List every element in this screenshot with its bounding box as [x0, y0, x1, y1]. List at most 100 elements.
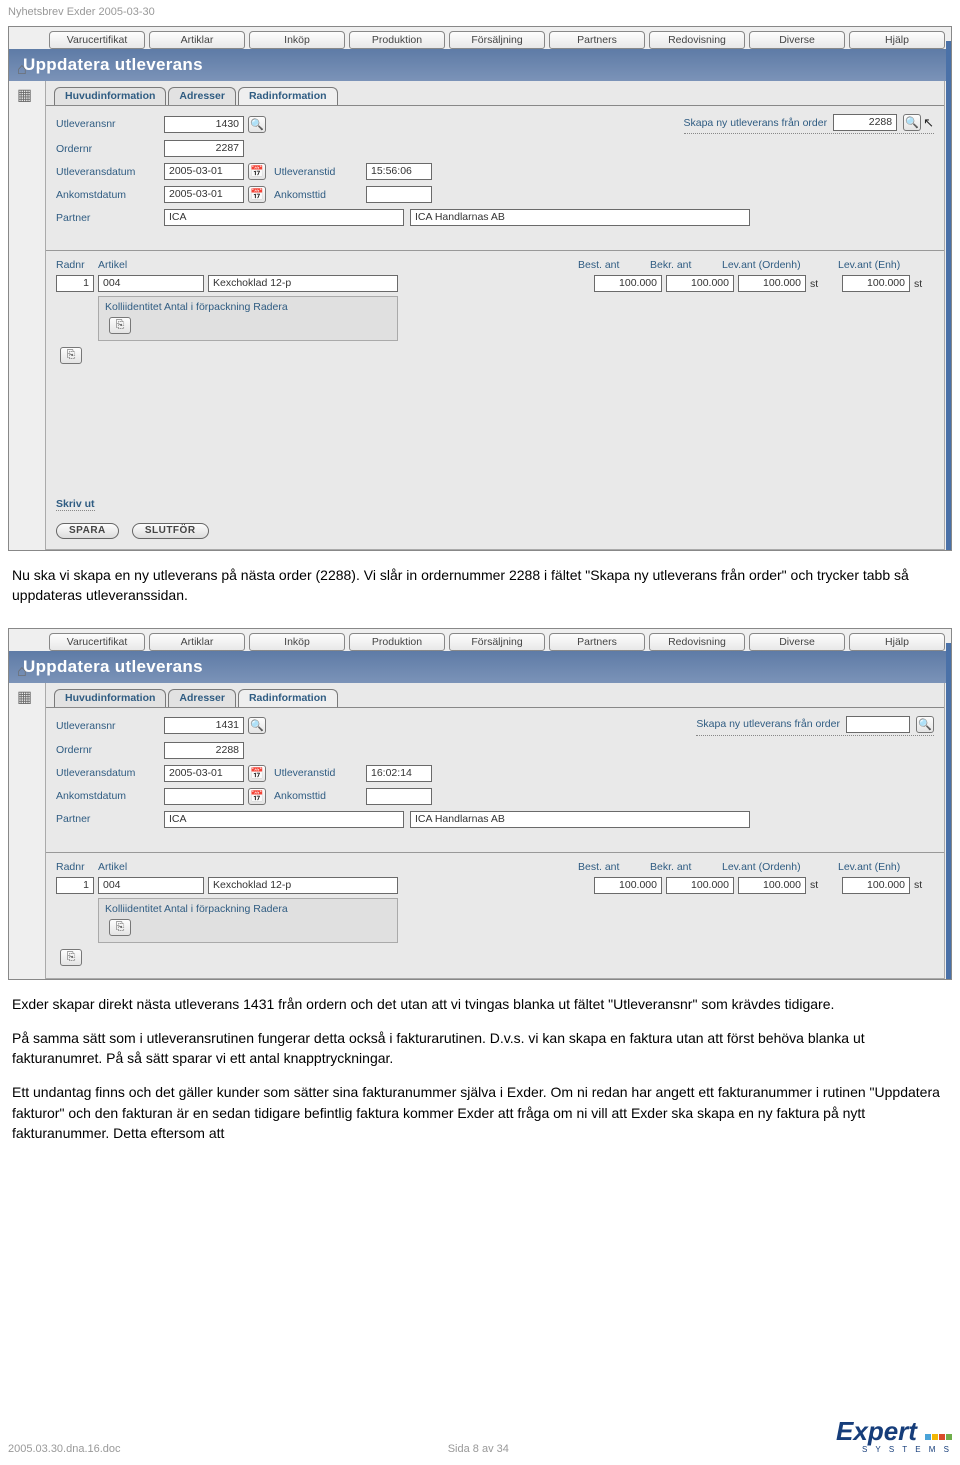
- cell-radnr[interactable]: 1: [56, 275, 94, 292]
- cell-levenh[interactable]: 100.000: [842, 275, 910, 292]
- input-ankomstdatum[interactable]: 2005-03-01: [164, 186, 244, 203]
- label-utleveransdatum: Utleveransdatum: [56, 767, 164, 779]
- cell-best[interactable]: 100.000: [594, 877, 662, 894]
- cell-levord[interactable]: 100.000: [738, 275, 806, 292]
- skapa-ny-control: Skapa ny utleverans från order 🔍: [696, 716, 934, 736]
- menu-produktion[interactable]: Produktion: [349, 633, 445, 651]
- line-grid: Radnr Artikel Best. ant Bekr. ant Lev.an…: [46, 852, 944, 978]
- calendar-icon[interactable]: 📅: [248, 186, 266, 203]
- cell-unit2: st: [914, 879, 930, 891]
- form-header: Utleveransnr 1430 🔍 Skapa ny utleverans …: [46, 105, 944, 242]
- grid-icon[interactable]: ▦: [17, 85, 37, 105]
- input-ankomsttid[interactable]: [366, 788, 432, 805]
- input-partner-name[interactable]: ICA Handlarnas AB: [410, 209, 750, 226]
- input-ankomsttid[interactable]: [366, 186, 432, 203]
- hdr-bekr: Bekr. ant: [650, 861, 718, 873]
- label-ordernr: Ordernr: [56, 143, 164, 155]
- tab-bar: Huvudinformation Adresser Radinformation: [46, 81, 944, 105]
- link-skriv-ut[interactable]: Skriv ut: [56, 498, 95, 511]
- input-utleveransnr[interactable]: 1431: [164, 717, 244, 734]
- calendar-icon[interactable]: 📅: [248, 765, 266, 782]
- menu-partners[interactable]: Partners: [549, 31, 645, 49]
- input-partner-code[interactable]: ICA: [164, 209, 404, 226]
- menu-forsaljning[interactable]: Försäljning: [449, 31, 545, 49]
- menu-partners[interactable]: Partners: [549, 633, 645, 651]
- cell-artnum[interactable]: 004: [98, 877, 204, 894]
- hdr-bekr: Bekr. ant: [650, 259, 718, 271]
- save-button[interactable]: SPARA: [56, 523, 119, 539]
- calendar-icon[interactable]: 📅: [248, 163, 266, 180]
- input-skapa-ny[interactable]: 2288: [833, 114, 897, 131]
- tab-adresser[interactable]: Adresser: [168, 689, 236, 707]
- calendar-icon[interactable]: 📅: [248, 788, 266, 805]
- input-utleveransdatum[interactable]: 2005-03-01: [164, 163, 244, 180]
- add-row-icon[interactable]: ⎘: [60, 949, 82, 966]
- hdr-artikel: Artikel: [98, 259, 398, 271]
- input-ordernr[interactable]: 2287: [164, 140, 244, 157]
- menu-inkop[interactable]: Inköp: [249, 31, 345, 49]
- screenshot-2: ⌂ ▦ Varucertifikat Artiklar Inköp Produk…: [8, 628, 952, 980]
- grid-icon[interactable]: ▦: [17, 687, 37, 707]
- input-skapa-ny[interactable]: [846, 716, 910, 733]
- search-icon[interactable]: 🔍: [903, 114, 921, 131]
- accent-bar: [946, 643, 951, 979]
- input-ordernr[interactable]: 2288: [164, 742, 244, 759]
- menu-redovisning[interactable]: Redovisning: [649, 633, 745, 651]
- input-utleveranstid[interactable]: 15:56:06: [366, 163, 432, 180]
- menu-forsaljning[interactable]: Försäljning: [449, 633, 545, 651]
- cell-artnum[interactable]: 004: [98, 275, 204, 292]
- label-skapa-ny: Skapa ny utleverans från order: [684, 117, 828, 129]
- menu-hjalp[interactable]: Hjälp: [849, 31, 945, 49]
- tab-adresser[interactable]: Adresser: [168, 87, 236, 105]
- page-footer: 2005.03.30.dna.16.doc Sida 8 av 34 Exper…: [8, 1418, 952, 1455]
- footer-filename: 2005.03.30.dna.16.doc: [8, 1443, 121, 1455]
- input-partner-code[interactable]: ICA: [164, 811, 404, 828]
- menu-diverse[interactable]: Diverse: [749, 633, 845, 651]
- add-row-icon[interactable]: ⎘: [109, 317, 131, 334]
- input-utleveransnr[interactable]: 1430: [164, 116, 244, 133]
- search-icon[interactable]: 🔍: [248, 717, 266, 734]
- accent-bar: [946, 41, 951, 550]
- menu-hjalp[interactable]: Hjälp: [849, 633, 945, 651]
- cell-bekr[interactable]: 100.000: [666, 275, 734, 292]
- label-partner: Partner: [56, 813, 164, 825]
- tab-radinfo[interactable]: Radinformation: [238, 87, 338, 105]
- label-ankomsttid: Ankomsttid: [274, 189, 366, 201]
- cell-artdesc[interactable]: Kexchoklad 12-p: [208, 275, 398, 292]
- cell-levenh[interactable]: 100.000: [842, 877, 910, 894]
- label-partner: Partner: [56, 212, 164, 224]
- menu-redovisning[interactable]: Redovisning: [649, 31, 745, 49]
- side-icon-group: ⌂ ▦: [13, 657, 41, 713]
- menu-varucertifikat[interactable]: Varucertifikat: [49, 31, 145, 49]
- tab-huvudinfo[interactable]: Huvudinformation: [54, 87, 166, 105]
- search-icon[interactable]: 🔍: [248, 116, 266, 133]
- add-row-icon[interactable]: ⎘: [109, 919, 131, 936]
- tab-radinfo[interactable]: Radinformation: [238, 689, 338, 707]
- menu-artiklar[interactable]: Artiklar: [149, 633, 245, 651]
- add-row-icon[interactable]: ⎘: [60, 347, 82, 364]
- home-icon[interactable]: ⌂: [17, 61, 37, 79]
- tab-huvudinfo[interactable]: Huvudinformation: [54, 689, 166, 707]
- menu-artiklar[interactable]: Artiklar: [149, 31, 245, 49]
- label-utleveranstid: Utleveranstid: [274, 767, 366, 779]
- cursor-icon: ↖: [923, 115, 934, 131]
- input-utleveransdatum[interactable]: 2005-03-01: [164, 765, 244, 782]
- menu-diverse[interactable]: Diverse: [749, 31, 845, 49]
- cell-levord[interactable]: 100.000: [738, 877, 806, 894]
- cell-radnr[interactable]: 1: [56, 877, 94, 894]
- finish-button[interactable]: SLUTFÖR: [132, 523, 209, 539]
- hdr-best: Best. ant: [578, 861, 646, 873]
- cell-best[interactable]: 100.000: [594, 275, 662, 292]
- doc-header: Nyhetsbrev Exder 2005-03-30: [8, 6, 952, 18]
- input-ankomstdatum[interactable]: [164, 788, 244, 805]
- input-partner-name[interactable]: ICA Handlarnas AB: [410, 811, 750, 828]
- cell-artdesc[interactable]: Kexchoklad 12-p: [208, 877, 398, 894]
- label-skapa-ny: Skapa ny utleverans från order: [696, 718, 840, 730]
- search-icon[interactable]: 🔍: [916, 716, 934, 733]
- cell-bekr[interactable]: 100.000: [666, 877, 734, 894]
- home-icon[interactable]: ⌂: [17, 663, 37, 681]
- input-utleveranstid[interactable]: 16:02:14: [366, 765, 432, 782]
- menu-inkop[interactable]: Inköp: [249, 633, 345, 651]
- menu-produktion[interactable]: Produktion: [349, 31, 445, 49]
- menu-varucertifikat[interactable]: Varucertifikat: [49, 633, 145, 651]
